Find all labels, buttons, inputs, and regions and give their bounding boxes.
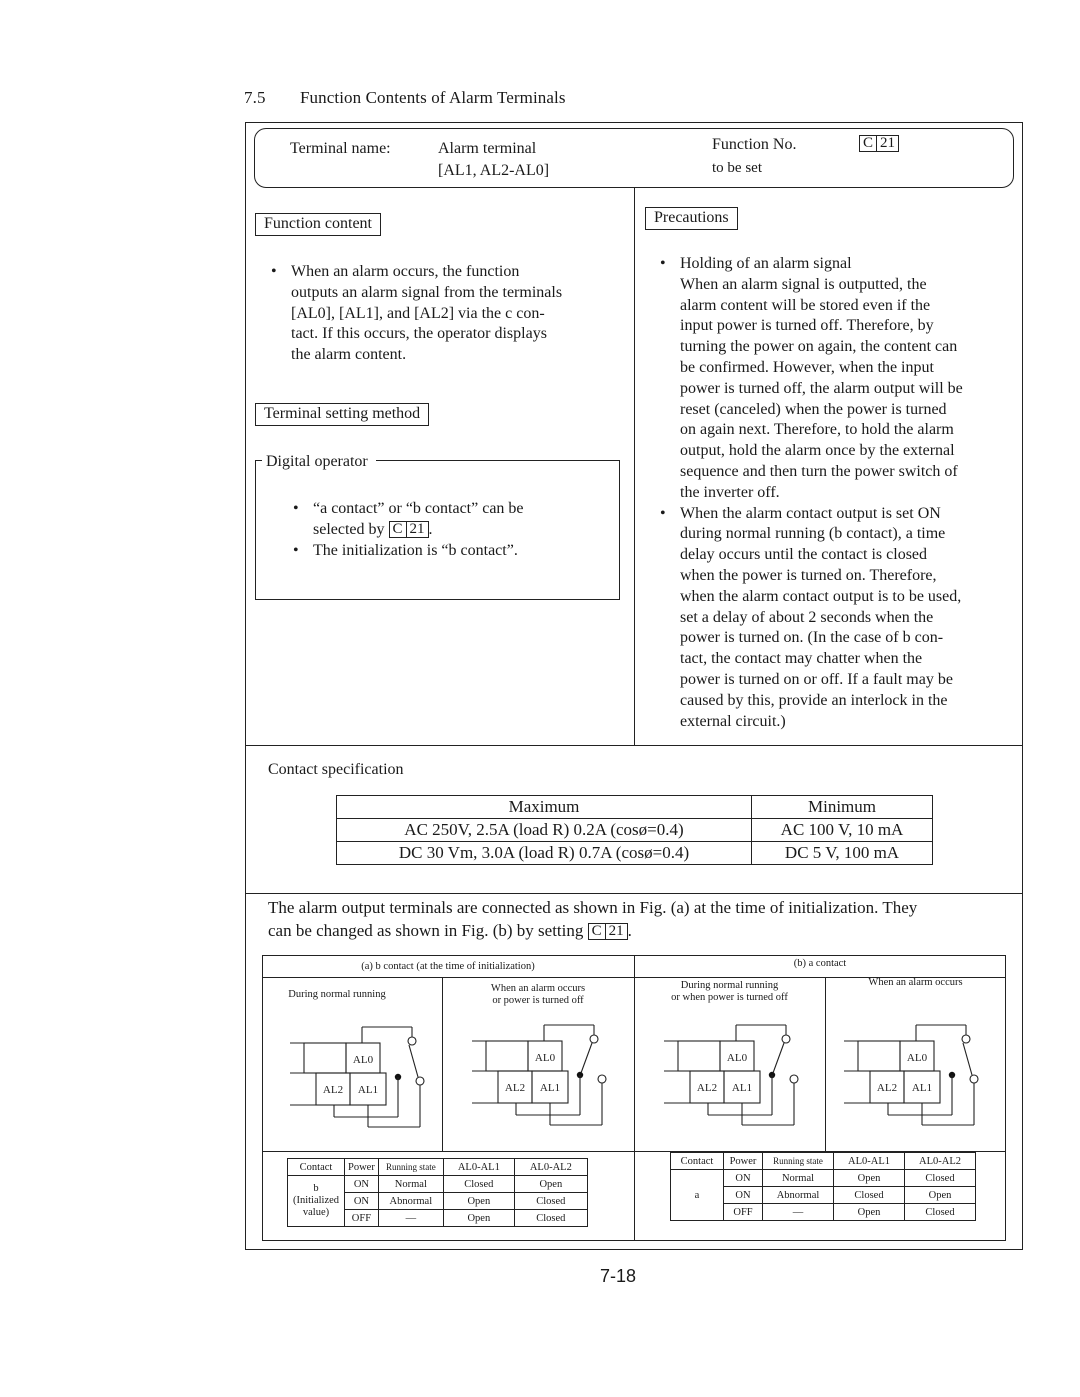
fig-a-state-table: Contact Power Running state AL0-AL1 AL0-…	[287, 1158, 588, 1227]
function-code-box: C 21	[859, 135, 900, 153]
contact-cell: a	[670, 1169, 724, 1221]
divider-connection	[245, 893, 1023, 895]
function-code: C 21	[859, 135, 900, 152]
terminal-setting-label: Terminal setting method	[255, 403, 430, 426]
contact-lower-icon	[597, 1074, 607, 1084]
page-number: 7-18	[600, 1266, 637, 1286]
column-divider	[634, 188, 636, 746]
divider-contact-spec	[245, 745, 1023, 747]
terminal-name-value-1: Alarm terminal	[438, 140, 537, 157]
contact-upper-icon	[407, 1036, 417, 1046]
terminal-label-al0: AL0	[535, 1052, 556, 1064]
table-header-row: Contact Power Running state AL0-AL1 AL0-…	[670, 1152, 976, 1170]
fig-b-state-table: Contact Power Running state AL0-AL1 AL0-…	[670, 1152, 976, 1221]
terminal-label-al0: AL0	[353, 1054, 374, 1066]
terminal-blank	[303, 1042, 347, 1074]
terminal-label-al0: AL0	[907, 1052, 928, 1064]
bullet: •	[660, 504, 666, 522]
terminal-blank	[677, 1040, 721, 1072]
section-number: 7.5	[244, 88, 266, 107]
section-heading: Function Contents of Alarm Terminals	[300, 88, 566, 107]
contact-lower-icon	[789, 1074, 799, 1084]
terminal-label-al1: AL1	[732, 1082, 752, 1094]
terminal-label-al1: AL1	[540, 1082, 560, 1094]
terminal-label-al2: AL2	[323, 1084, 343, 1096]
table-row: AC 250V, 2.5A (load R) 0.2A (cosø=0.4) A…	[336, 818, 933, 842]
switch-blade	[962, 1042, 973, 1076]
precautions-label: Precautions	[645, 207, 738, 230]
connection-note: The alarm output terminals are connected…	[268, 898, 918, 940]
contact-spec-title: Contact specification	[268, 761, 404, 778]
table-header-row: Contact Power Running state AL0-AL1 AL0-…	[287, 1158, 588, 1176]
function-code-inline: C 21	[388, 520, 429, 538]
terminal-label-al1: AL1	[912, 1082, 932, 1094]
table-row: a ON Normal Open Closed	[670, 1169, 976, 1221]
contact-lower-icon	[969, 1074, 979, 1084]
digital-operator-label: Digital operator	[262, 452, 376, 473]
switch-blade	[772, 1042, 785, 1074]
contact-spec-table: Maximum Minimum AC 250V, 2.5A (load R) 0…	[336, 795, 933, 865]
terminal-label-al1: AL1	[358, 1084, 378, 1096]
function-content-label: Function content	[255, 213, 381, 236]
function-no-label: Function No.	[712, 136, 797, 153]
table-row: DC 30 Vm, 3.0A (load R) 0.7A (cosø=0.4) …	[336, 841, 933, 865]
header-minimum: Minimum	[751, 795, 933, 819]
function-content-text: • When an alarm occurs, the function out…	[271, 263, 563, 364]
table-row: b (Initialized value) ON Normal Closed O…	[287, 1175, 588, 1227]
contact-upper-icon	[589, 1034, 599, 1044]
bullet: •	[660, 255, 666, 272]
terminal-label-al2: AL2	[697, 1082, 717, 1094]
bullet: •	[271, 263, 277, 280]
setting-bullets: • “a contact” or “b contact” can be selec…	[293, 500, 524, 559]
contact-lower-icon	[415, 1076, 425, 1086]
terminal-diagrams-detail: AL0 AL2 AL1 AL0 AL2 AL1 AL0 AL2 AL1 AL0 AL2 AL1	[290, 1024, 979, 1128]
terminal-label-al2: AL2	[877, 1082, 897, 1094]
terminal-label-al2: AL2	[505, 1082, 525, 1094]
header-maximum: Maximum	[336, 795, 752, 819]
contact-upper-icon	[961, 1034, 971, 1044]
switch-blade	[580, 1042, 593, 1074]
switch-blade	[408, 1044, 419, 1078]
fig-b-title: (b) a contact	[793, 958, 847, 969]
fig-a-title: (a) b contact (at the time of initializa…	[361, 961, 535, 972]
table-header-row: Maximum Minimum	[336, 795, 933, 819]
function-code-inline: C 21	[587, 923, 628, 940]
section-title: 7.5 Function Contents of Alarm Terminals	[244, 88, 566, 108]
contact-upper-icon	[781, 1034, 791, 1044]
terminal-name-value-2: [AL1, AL2-AL0]	[438, 162, 550, 179]
terminal-label-al0: AL0	[727, 1052, 748, 1064]
contact-cell: b (Initialized value)	[287, 1175, 345, 1227]
terminal-name-label: Terminal name:	[290, 140, 391, 157]
precautions-text: • Holding of an alarm signal When an ala…	[660, 255, 963, 730]
terminal-blank	[485, 1040, 529, 1072]
terminal-blank	[857, 1040, 901, 1072]
function-no-label-2: to be set	[712, 160, 762, 176]
